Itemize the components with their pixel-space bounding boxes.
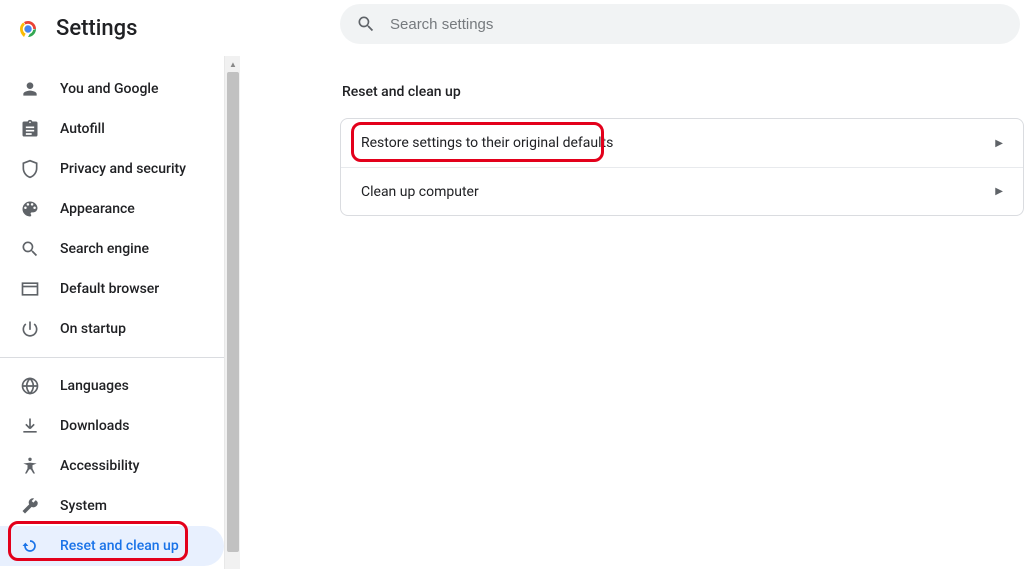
sidebar-item-label: Autofill: [60, 121, 105, 137]
sidebar-item-label: Reset and clean up: [60, 538, 179, 554]
sidebar-item-you-and-google[interactable]: You and Google: [0, 69, 224, 109]
sidebar-item-downloads[interactable]: Downloads: [0, 406, 224, 446]
settings-card: Restore settings to their original defau…: [340, 118, 1024, 216]
sidebar-item-label: System: [60, 498, 107, 514]
sidebar-scrollbar[interactable]: ▲: [224, 56, 240, 569]
search-bar[interactable]: [340, 4, 1020, 44]
sidebar: Settings ▲ You and Google Autofill: [0, 0, 240, 569]
sidebar-item-label: Privacy and security: [60, 161, 186, 177]
content: Reset and clean up Restore settings to t…: [240, 44, 940, 216]
sidebar-item-default-browser[interactable]: Default browser: [0, 269, 224, 309]
sidebar-divider: [0, 357, 240, 358]
sidebar-item-label: Languages: [60, 378, 129, 394]
chrome-logo-icon: [16, 17, 40, 41]
globe-icon: [20, 376, 40, 396]
sidebar-item-on-startup[interactable]: On startup: [0, 309, 224, 349]
row-restore-defaults[interactable]: Restore settings to their original defau…: [341, 119, 1023, 167]
power-icon: [20, 319, 40, 339]
download-icon: [20, 416, 40, 436]
sidebar-item-search-engine[interactable]: Search engine: [0, 229, 224, 269]
browser-icon: [20, 279, 40, 299]
row-label: Clean up computer: [361, 184, 479, 200]
accessibility-icon: [20, 456, 40, 476]
section-title: Reset and clean up: [340, 84, 940, 100]
row-label: Restore settings to their original defau…: [361, 135, 613, 151]
main-area: Reset and clean up Restore settings to t…: [240, 0, 1024, 569]
scroll-thumb[interactable]: [227, 72, 239, 552]
sidebar-item-label: You and Google: [60, 81, 158, 97]
search-input[interactable]: [390, 16, 1004, 33]
search-icon: [20, 239, 40, 259]
sidebar-item-label: Accessibility: [60, 458, 139, 474]
sidebar-item-label: Appearance: [60, 201, 135, 217]
app-title: Settings: [56, 16, 137, 41]
sidebar-item-label: Search engine: [60, 241, 149, 257]
sidebar-item-label: Downloads: [60, 418, 129, 434]
shield-icon: [20, 159, 40, 179]
sidebar-item-appearance[interactable]: Appearance: [0, 189, 224, 229]
sidebar-item-accessibility[interactable]: Accessibility: [0, 446, 224, 486]
sidebar-item-privacy[interactable]: Privacy and security: [0, 149, 224, 189]
scroll-up-icon[interactable]: ▲: [225, 56, 240, 72]
sidebar-item-autofill[interactable]: Autofill: [0, 109, 224, 149]
chevron-right-icon: ▶: [995, 186, 1003, 197]
palette-icon: [20, 199, 40, 219]
restore-icon: [20, 536, 40, 556]
chevron-right-icon: ▶: [995, 138, 1003, 149]
sidebar-header: Settings: [0, 0, 240, 61]
sidebar-item-languages[interactable]: Languages: [0, 366, 224, 406]
sidebar-item-reset[interactable]: Reset and clean up: [0, 526, 224, 566]
wrench-icon: [20, 496, 40, 516]
sidebar-list: You and Google Autofill Privacy and secu…: [0, 61, 240, 566]
sidebar-item-label: Default browser: [60, 281, 159, 297]
person-icon: [20, 79, 40, 99]
search-icon: [356, 14, 376, 34]
row-clean-up-computer[interactable]: Clean up computer ▶: [341, 167, 1023, 215]
sidebar-item-label: On startup: [60, 321, 126, 337]
sidebar-item-system[interactable]: System: [0, 486, 224, 526]
assignment-icon: [20, 119, 40, 139]
